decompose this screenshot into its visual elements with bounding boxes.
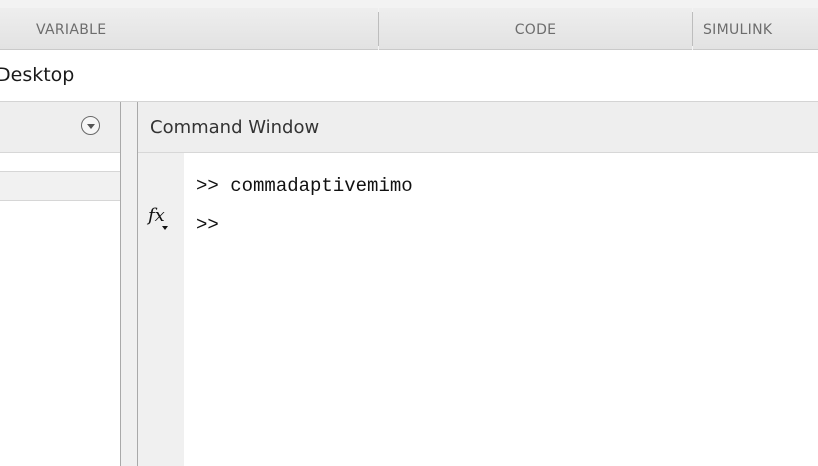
toolstrip-section-variable: VARIABLE bbox=[0, 8, 378, 50]
command-window-header: Command Window bbox=[138, 102, 818, 153]
current-folder-address-bar[interactable]: Desktop bbox=[0, 51, 818, 102]
command-window-title: Command Window bbox=[150, 117, 320, 138]
circle-chevron-down-icon[interactable] bbox=[81, 116, 100, 135]
current-folder-panel-header bbox=[0, 102, 120, 153]
toolstrip-section-code: CODE bbox=[379, 8, 692, 50]
current-folder-panel bbox=[0, 102, 121, 466]
command-text: commadaptivemimo bbox=[230, 175, 413, 197]
list-item[interactable] bbox=[0, 171, 120, 201]
panel-splitter[interactable] bbox=[121, 102, 138, 466]
current-prompt: >> bbox=[196, 214, 219, 236]
toolstrip-section-simulink: SIMULINK bbox=[693, 8, 818, 50]
command-window[interactable]: Command Window fx >> commadaptivemimo >> bbox=[138, 102, 818, 466]
command-window-gutter bbox=[138, 153, 184, 466]
triangle-down-icon bbox=[86, 124, 95, 129]
command-input-line[interactable]: >> bbox=[196, 214, 219, 236]
prompt: >> bbox=[196, 175, 219, 197]
address-path[interactable]: Desktop bbox=[0, 64, 74, 86]
caret-down-icon bbox=[162, 226, 168, 230]
command-history-line: >> commadaptivemimo bbox=[196, 175, 413, 197]
fx-icon[interactable]: fx bbox=[148, 205, 174, 230]
toolstrip: VARIABLE CODE SIMULINK bbox=[0, 0, 818, 50]
